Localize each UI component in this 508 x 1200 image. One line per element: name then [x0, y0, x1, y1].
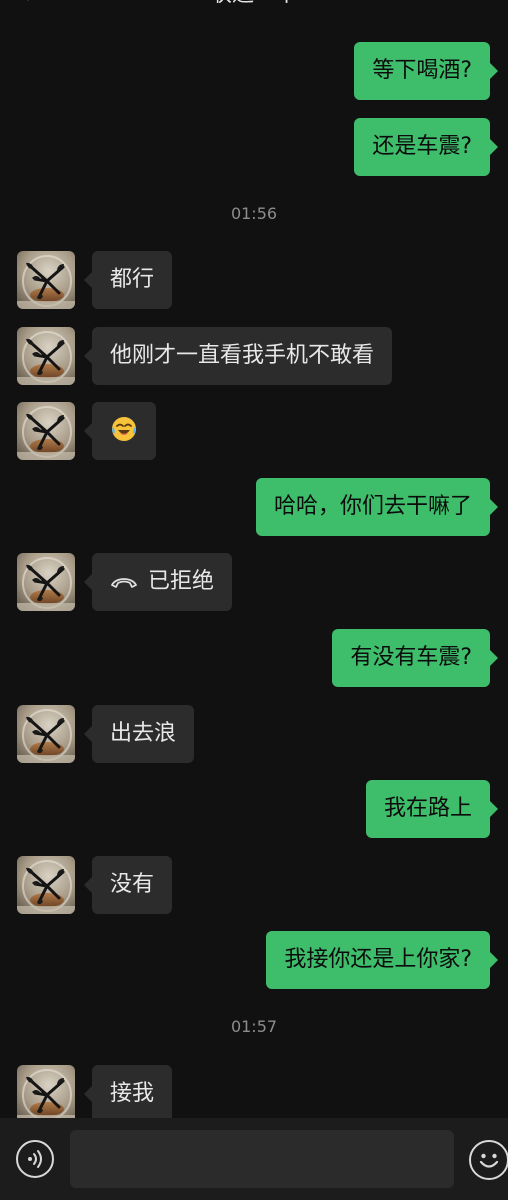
emoji-button[interactable]: [469, 1140, 508, 1180]
laughing-crying-emoji-icon: [112, 417, 136, 441]
input-bar: [0, 1118, 508, 1200]
timestamp: 01:56: [230, 204, 278, 223]
contact-avatar[interactable]: [17, 553, 75, 611]
message-bubble-outgoing[interactable]: 还是车震?: [354, 118, 498, 176]
hang-up-phone-icon: [111, 578, 137, 588]
message-bubble-outgoing[interactable]: 等下喝酒?: [354, 42, 498, 100]
message-bubble-incoming[interactable]: [84, 402, 156, 460]
chat-area[interactable]: 联通一下 等下喝酒? 还是车震? 01:56 都行 他刚才一直看我手机不敢看 哈…: [0, 0, 508, 1118]
call-record-bubble[interactable]: 已拒绝: [83, 553, 233, 611]
contact-avatar[interactable]: [17, 327, 75, 385]
message-bubble-incoming[interactable]: 都行: [83, 251, 173, 309]
timestamp: 01:57: [230, 1017, 278, 1036]
top-bar: 联通一下: [0, 0, 508, 10]
contact-avatar[interactable]: [17, 705, 75, 763]
message-bubble-outgoing[interactable]: 我在路上: [365, 780, 499, 838]
message-input[interactable]: [70, 1130, 454, 1188]
message-bubble-outgoing[interactable]: 哈哈，你们去干嘛了: [255, 478, 499, 536]
smiley-icon: [479, 1153, 499, 1168]
message-bubble-incoming[interactable]: 他刚才一直看我手机不敢看: [83, 327, 393, 385]
message-bubble-outgoing[interactable]: 我接你还是上你家?: [266, 931, 498, 989]
contact-avatar[interactable]: [17, 856, 75, 914]
contact-avatar[interactable]: [17, 251, 75, 309]
contact-avatar[interactable]: [17, 1065, 75, 1118]
voice-icon: [28, 1150, 42, 1168]
message-bubble-incoming[interactable]: 没有: [83, 856, 173, 914]
message-bubble-outgoing[interactable]: 有没有车震?: [332, 629, 498, 687]
chat-title: 联通一下: [0, 0, 508, 8]
message-bubble-incoming[interactable]: 接我: [83, 1065, 173, 1118]
contact-avatar[interactable]: [17, 402, 75, 460]
call-status-label: 已拒绝: [148, 569, 215, 594]
voice-button[interactable]: [16, 1140, 54, 1178]
message-bubble-incoming[interactable]: 出去浪: [83, 705, 195, 763]
